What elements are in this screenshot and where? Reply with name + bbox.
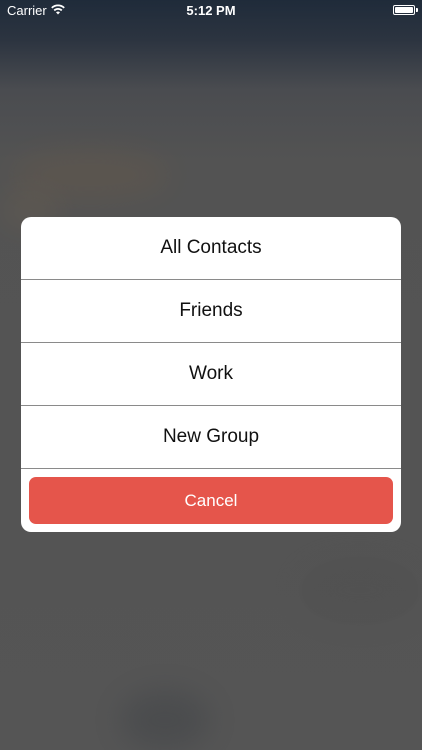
option-work[interactable]: Work xyxy=(21,343,401,406)
action-sheet: All Contacts Friends Work New Group Canc… xyxy=(21,217,401,532)
background-shape xyxy=(300,560,420,620)
status-time: 5:12 PM xyxy=(186,3,236,18)
option-new-group[interactable]: New Group xyxy=(21,406,401,469)
cancel-container: Cancel xyxy=(21,469,401,532)
option-all-contacts[interactable]: All Contacts xyxy=(21,217,401,280)
battery-icon xyxy=(393,5,415,15)
battery-tip xyxy=(416,8,418,12)
background-shape xyxy=(120,690,210,750)
battery-fill xyxy=(395,7,413,13)
option-friends[interactable]: Friends xyxy=(21,280,401,343)
cancel-button[interactable]: Cancel xyxy=(29,477,393,524)
status-bar: Carrier 5:12 PM xyxy=(0,0,422,22)
